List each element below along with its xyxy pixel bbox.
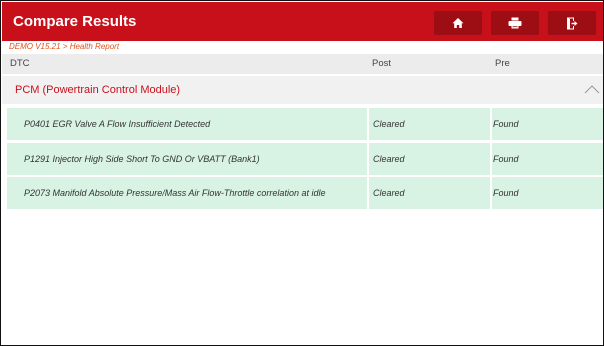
pre-status-cell: Found bbox=[492, 177, 603, 209]
post-status-cell: Cleared bbox=[369, 177, 490, 209]
post-status-cell: Cleared bbox=[369, 108, 490, 140]
page-title: Compare Results bbox=[13, 13, 137, 30]
home-icon bbox=[452, 18, 464, 28]
pre-status-cell: Found bbox=[492, 108, 603, 140]
print-icon bbox=[508, 17, 522, 29]
column-header-dtc: DTC bbox=[10, 58, 30, 69]
dtc-cell: P1291 Injector High Side Short To GND Or… bbox=[7, 143, 367, 175]
column-header-pre: Pre bbox=[495, 58, 510, 69]
column-header-post: Post bbox=[372, 58, 392, 69]
title-bar: Compare Results bbox=[2, 2, 603, 41]
chevron-up-icon[interactable] bbox=[583, 82, 601, 98]
app-window: Compare Results DEMO V15.21 > Health Rep… bbox=[0, 0, 604, 346]
post-status-cell: Cleared bbox=[369, 143, 490, 175]
home-button[interactable] bbox=[434, 11, 482, 35]
exit-button[interactable] bbox=[548, 11, 596, 35]
print-button[interactable] bbox=[491, 11, 539, 35]
table-header: DTC Post Pre bbox=[2, 54, 603, 74]
table-row[interactable]: P2073 Manifold Absolute Pressure/Mass Ai… bbox=[7, 177, 603, 209]
module-group-header[interactable]: PCM (Powertrain Control Module) bbox=[2, 76, 603, 104]
dtc-cell: P2073 Manifold Absolute Pressure/Mass Ai… bbox=[7, 177, 367, 209]
module-group-label: PCM (Powertrain Control Module) bbox=[15, 84, 181, 96]
table-row[interactable]: P1291 Injector High Side Short To GND Or… bbox=[7, 143, 603, 175]
pre-status-cell: Found bbox=[492, 143, 603, 175]
breadcrumb: DEMO V15.21 > Health Report bbox=[9, 42, 120, 51]
table-row[interactable]: P0401 EGR Valve A Flow Insufficient Dete… bbox=[7, 108, 603, 140]
dtc-cell: P0401 EGR Valve A Flow Insufficient Dete… bbox=[7, 108, 367, 140]
exit-icon bbox=[567, 17, 578, 29]
